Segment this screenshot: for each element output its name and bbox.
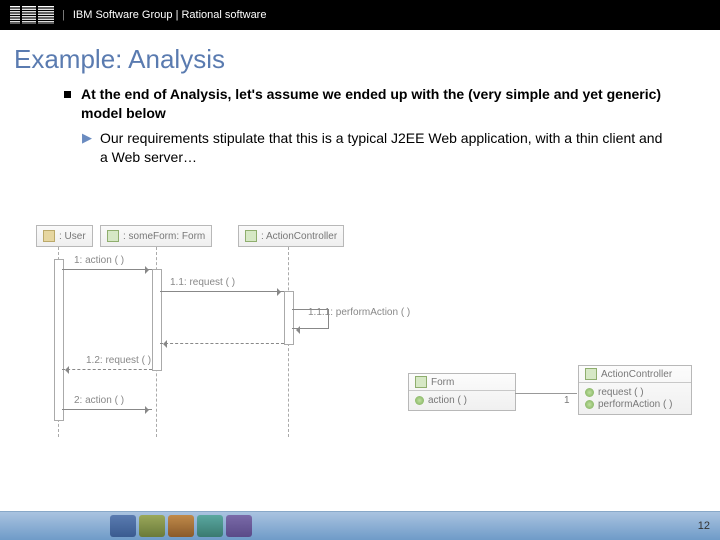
operation-icon (585, 400, 594, 409)
lifeline-user: : User (36, 225, 93, 247)
header-separator: | (62, 9, 65, 21)
class-icon (585, 368, 597, 380)
decor-tile (139, 515, 165, 537)
diagram-area: : User : someForm: Form : ActionControll… (30, 225, 690, 455)
op-form-0: action ( ) (428, 395, 467, 406)
page-number: 12 (698, 520, 710, 532)
association-line (515, 393, 577, 394)
lifeline-user-label: : User (59, 231, 86, 242)
class-form: Form action ( ) (408, 373, 516, 411)
lifeline-form-label: : someForm: Form (123, 231, 205, 242)
decor-tile (110, 515, 136, 537)
op-row: action ( ) (415, 395, 509, 406)
msg-2-label: 2: action ( ) (74, 395, 124, 406)
actor-icon (43, 230, 55, 242)
class-form-name: Form (431, 377, 454, 388)
association-mult: 1 (564, 395, 570, 406)
msg-1-2 (62, 369, 152, 370)
footer-decor (110, 515, 252, 537)
msg-return-1 (160, 343, 284, 344)
msg-1-1-1-label: 1.1.1: performAction ( ) (308, 307, 410, 318)
content-block: At the end of Analysis, let's assume we … (64, 85, 666, 167)
lifeline-ctrl-label: : ActionController (261, 231, 337, 242)
decor-tile (226, 515, 252, 537)
slide-title: Example: Analysis (14, 44, 720, 75)
class-icon (107, 230, 119, 242)
bullet-main: At the end of Analysis, let's assume we … (64, 85, 666, 123)
lifeline-form: : someForm: Form (100, 225, 212, 247)
msg-1-1-label: 1.1: request ( ) (170, 277, 235, 288)
activation-user (54, 259, 64, 421)
class-icon (245, 230, 257, 242)
header-bar: | IBM Software Group | Rational software (0, 0, 720, 30)
msg-2 (62, 409, 152, 410)
footer-bar: 12 (0, 511, 720, 540)
decor-tile (197, 515, 223, 537)
msg-1-label: 1: action ( ) (74, 255, 124, 266)
arrow-icon: ▶ (82, 130, 92, 146)
op-ctrl-0: request ( ) (598, 387, 644, 398)
class-ctrl-name: ActionController (601, 369, 672, 380)
class-ctrl: ActionController request ( ) performActi… (578, 365, 692, 415)
bullet-main-text: At the end of Analysis, let's assume we … (81, 85, 666, 123)
operation-icon (585, 388, 594, 397)
msg-1-1-1-arrow (292, 326, 300, 334)
decor-tile (168, 515, 194, 537)
bullet-sub: ▶ Our requirements stipulate that this i… (82, 129, 666, 167)
operation-icon (415, 396, 424, 405)
bullet-sub-text: Our requirements stipulate that this is … (100, 129, 666, 167)
bullet-square-icon (64, 91, 71, 98)
msg-1-1 (160, 291, 284, 292)
lifeline-ctrl: : ActionController (238, 225, 344, 247)
activation-form (152, 269, 162, 371)
ibm-logo (10, 6, 54, 24)
class-icon (415, 376, 427, 388)
msg-1-2-label: 1.2: request ( ) (86, 355, 151, 366)
op-row: request ( ) (585, 387, 685, 398)
header-title: IBM Software Group | Rational software (73, 9, 267, 21)
op-row: performAction ( ) (585, 399, 685, 410)
op-ctrl-1: performAction ( ) (598, 399, 672, 410)
msg-1 (62, 269, 152, 270)
